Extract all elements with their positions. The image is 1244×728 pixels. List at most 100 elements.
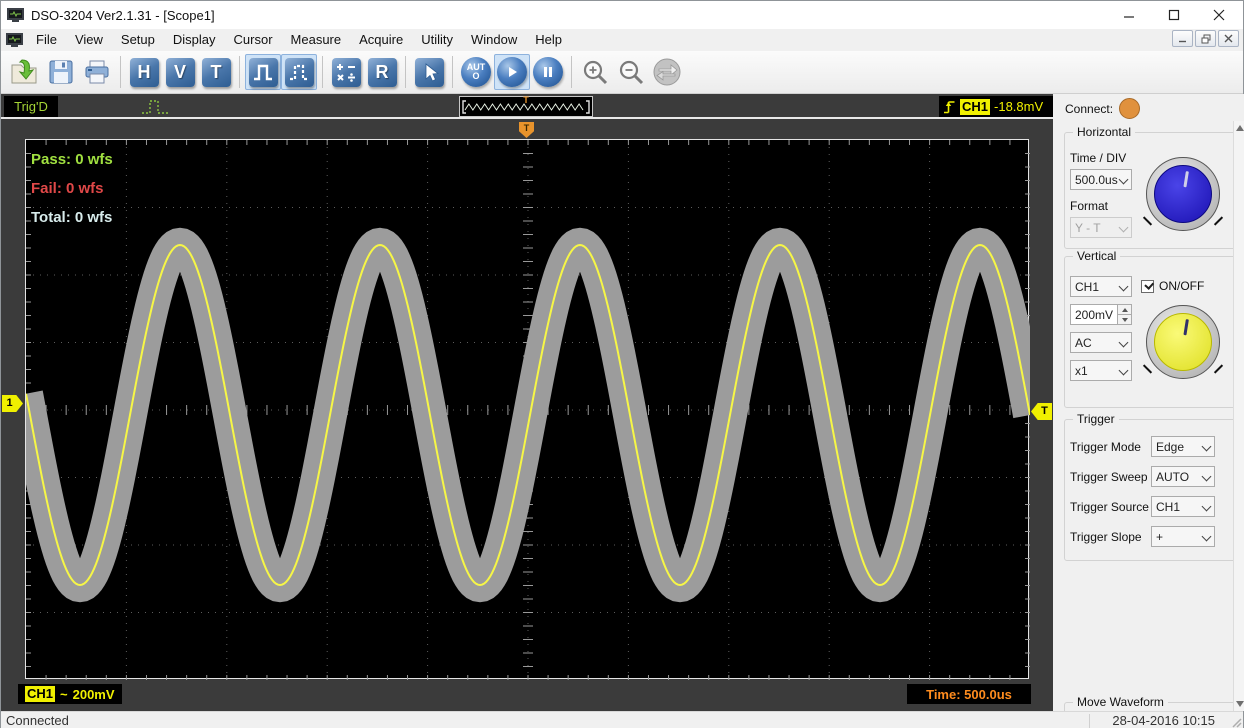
trigger-mode-select[interactable]: Edge: [1151, 436, 1215, 457]
control-panel: Connect: Horizontal Time / DIV 500.0us F…: [1058, 94, 1244, 711]
statusbar-separator: [1089, 714, 1090, 728]
waveform-position-preview[interactable]: T: [459, 96, 593, 117]
save-button[interactable]: [43, 54, 79, 90]
open-button[interactable]: [7, 54, 43, 90]
triangle-down-icon: [1122, 318, 1128, 322]
print-button[interactable]: [79, 54, 115, 90]
zoom-in-button[interactable]: [577, 54, 613, 90]
vertical-group-title: Vertical: [1073, 249, 1120, 263]
horizontal-setup-button[interactable]: H: [126, 54, 162, 90]
fail-count: Fail: 0 wfs: [31, 174, 113, 203]
trigger-position-marker[interactable]: T: [519, 122, 534, 138]
mdi-minimize-button[interactable]: [1172, 30, 1193, 47]
zoom-in-icon: [581, 58, 609, 86]
spin-down-button[interactable]: [1118, 314, 1131, 324]
mask-setup-button[interactable]: [281, 54, 317, 90]
chevron-down-icon: [1119, 224, 1127, 232]
scroll-up-icon[interactable]: [1236, 125, 1244, 131]
coupling-symbol: ~: [60, 687, 68, 702]
mdi-close-button[interactable]: [1218, 30, 1239, 47]
knob-tick: [1214, 216, 1223, 225]
format-select[interactable]: Y - T: [1070, 217, 1132, 238]
trigger-slope-label: Trigger Slope: [1070, 530, 1142, 544]
app-window: DSO-3204 Ver2.1.31 - [Scope1] File View …: [0, 0, 1244, 728]
vertical-group: Vertical CH1 ON/OFF 200mV A: [1064, 256, 1236, 408]
mdi-restore-button[interactable]: [1195, 30, 1216, 47]
autoset-button[interactable]: AUTO: [458, 54, 494, 90]
chevron-down-icon: [1119, 339, 1127, 347]
menu-setup[interactable]: Setup: [112, 29, 164, 51]
menu-acquire[interactable]: Acquire: [350, 29, 412, 51]
close-icon: [1213, 9, 1225, 21]
pass-fail-button[interactable]: [245, 54, 281, 90]
maximize-icon: [1168, 9, 1180, 21]
preview-trigger-marker: T: [523, 95, 529, 105]
zoom-out-button[interactable]: [613, 54, 649, 90]
trigger-source-select[interactable]: CH1: [1151, 496, 1215, 517]
horizontal-knob[interactable]: [1146, 157, 1220, 231]
pause-button[interactable]: [530, 54, 566, 90]
minimize-icon: [1123, 9, 1135, 21]
spin-up-button[interactable]: [1118, 305, 1131, 314]
trigger-channel-badge: CH1: [960, 99, 990, 115]
channel1-position-marker[interactable]: 1: [2, 395, 23, 412]
vertical-setup-button[interactable]: V: [162, 54, 198, 90]
move-waveform-group: Move Waveform: [1064, 702, 1236, 711]
maximize-button[interactable]: [1151, 1, 1196, 29]
h-letter-icon: H: [130, 58, 159, 87]
panel-scrollbar[interactable]: [1233, 121, 1244, 711]
window-title: DSO-3204 Ver2.1.31 - [Scope1]: [31, 8, 215, 23]
mask-test-stats: Pass: 0 wfs Fail: 0 wfs Total: 0 wfs: [31, 145, 113, 232]
menu-utility[interactable]: Utility: [412, 29, 462, 51]
run-button[interactable]: [494, 54, 530, 90]
knob-tick: [1143, 216, 1152, 225]
chevron-down-icon: [1202, 503, 1210, 511]
probe-select[interactable]: x1: [1070, 360, 1132, 381]
vertical-knob[interactable]: [1146, 305, 1220, 379]
menu-file[interactable]: File: [27, 29, 66, 51]
scroll-down-icon[interactable]: [1236, 701, 1244, 707]
menu-cursor[interactable]: Cursor: [225, 29, 282, 51]
transfer-arrows-icon: [652, 57, 682, 87]
math-button[interactable]: [328, 54, 364, 90]
titlebar: DSO-3204 Ver2.1.31 - [Scope1]: [1, 1, 1243, 29]
trigger-slope-select[interactable]: +: [1151, 526, 1215, 547]
r-letter-icon: R: [368, 58, 397, 87]
transfer-button[interactable]: [649, 54, 685, 90]
cursor-tool-button[interactable]: [411, 54, 447, 90]
menu-window[interactable]: Window: [462, 29, 526, 51]
trigger-sweep-select[interactable]: AUTO: [1151, 466, 1215, 487]
horizontal-group: Horizontal Time / DIV 500.0us Format Y -…: [1064, 132, 1236, 249]
trigger-mode-label: Trigger Mode: [1070, 440, 1141, 454]
close-button[interactable]: [1196, 1, 1241, 29]
time-div-label: Time / DIV: [1070, 151, 1126, 165]
menu-display[interactable]: Display: [164, 29, 225, 51]
time-per-div-readout: Time: 500.0us: [907, 684, 1031, 704]
trigger-setup-button[interactable]: T: [198, 54, 234, 90]
reference-button[interactable]: R: [364, 54, 400, 90]
minimize-button[interactable]: [1106, 1, 1151, 29]
menu-help[interactable]: Help: [526, 29, 571, 51]
channel-select[interactable]: CH1: [1070, 276, 1132, 297]
menubar: File View Setup Display Cursor Measure A…: [1, 29, 1243, 51]
scope-widget: Trig'D T CH1 -18.8mV T: [1, 94, 1053, 711]
onoff-checkbox[interactable]: [1141, 280, 1154, 293]
move-waveform-title: Move Waveform: [1073, 695, 1168, 709]
scope-display: Pass: 0 wfs Fail: 0 wfs Total: 0 wfs: [25, 139, 1029, 679]
print-icon: [83, 59, 111, 85]
cursor-arrow-icon: [415, 58, 444, 87]
menu-view[interactable]: View: [66, 29, 112, 51]
mdi-restore-icon: [1201, 34, 1211, 44]
coupling-select[interactable]: AC: [1070, 332, 1132, 353]
menu-measure[interactable]: Measure: [282, 29, 351, 51]
time-div-select[interactable]: 500.0us: [1070, 169, 1132, 190]
scope-status-row: Trig'D T CH1 -18.8mV: [1, 94, 1053, 119]
chevron-down-icon: [1119, 176, 1127, 184]
pulse-icon: [249, 58, 278, 87]
toolbar-separator: [452, 56, 453, 88]
chevron-down-icon: [1202, 533, 1210, 541]
trigger-level-marker[interactable]: T: [1031, 403, 1052, 420]
resize-grip[interactable]: [1229, 715, 1242, 728]
rising-edge-icon: [943, 99, 956, 115]
connect-row: Connect:: [1065, 98, 1140, 119]
